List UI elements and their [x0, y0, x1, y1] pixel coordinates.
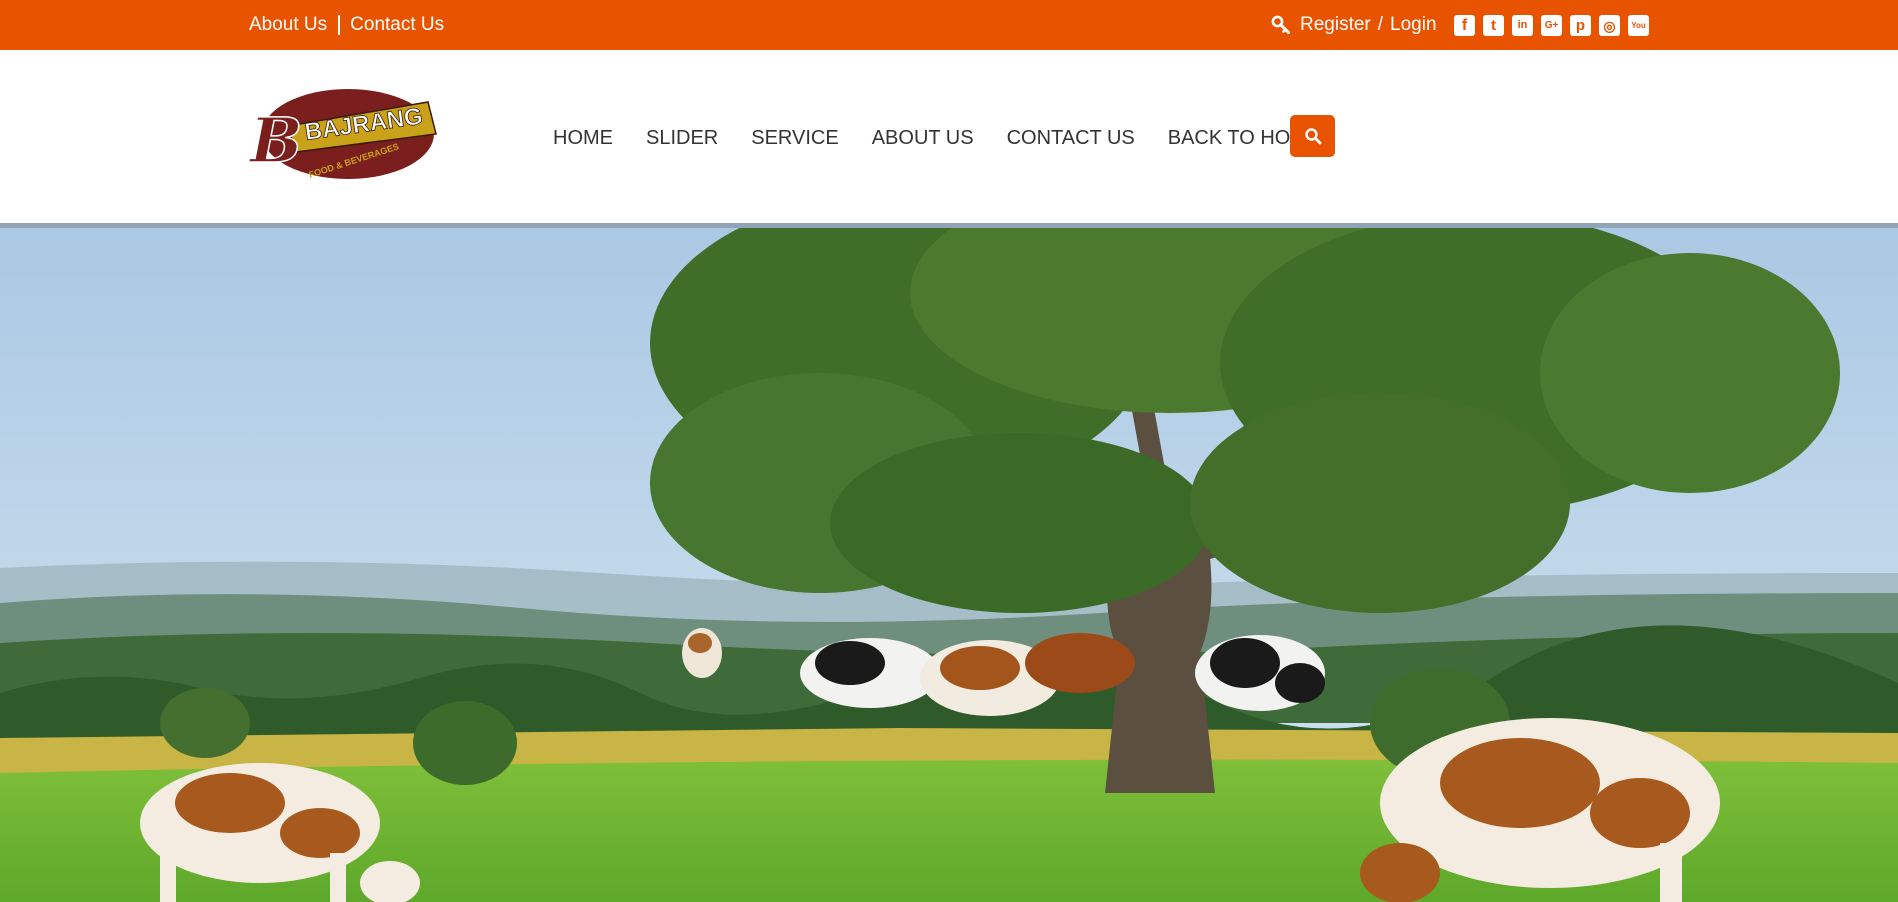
facebook-icon[interactable]: f [1454, 15, 1475, 36]
top-link-divider [338, 15, 341, 35]
pinterest-icon[interactable]: p [1570, 15, 1591, 36]
cow-small-center [682, 628, 722, 678]
twitter-icon[interactable]: t [1483, 15, 1504, 36]
register-link[interactable]: Register [1300, 14, 1371, 36]
search-button[interactable] [1290, 115, 1335, 157]
google-plus-icon[interactable]: G+ [1541, 15, 1562, 36]
nav-about-us[interactable]: ABOUT US [872, 127, 974, 150]
youtube-icon[interactable]: You [1628, 15, 1649, 36]
top-links: About Us Contact Us [249, 0, 444, 50]
linkedin-icon[interactable]: in [1512, 15, 1533, 36]
hero-image [0, 223, 1898, 902]
key-icon [1271, 15, 1291, 35]
hero-banner [0, 223, 1898, 902]
top-bar: About Us Contact Us Register / Login f t… [0, 0, 1898, 50]
bajrang-logo[interactable]: B BAJRANG FOOD & BEVERAGES [247, 82, 440, 190]
logo-initial: B [248, 104, 302, 177]
top-link-about-us[interactable]: About Us [249, 14, 327, 36]
social-icons: f t in G+ p ◎ You [1454, 15, 1649, 36]
account-separator: / [1377, 14, 1384, 35]
nav-contact-us[interactable]: CONTACT US [1007, 127, 1135, 150]
instagram-icon[interactable]: ◎ [1599, 15, 1620, 36]
top-link-contact-us[interactable]: Contact Us [350, 14, 444, 36]
hero-top-border [0, 223, 1898, 228]
account-links: Register / Login [1271, 0, 1437, 50]
search-icon [1304, 127, 1322, 145]
main-navigation: HOME SLIDER SERVICE ABOUT US CONTACT US … [553, 123, 1320, 153]
nav-slider[interactable]: SLIDER [646, 127, 718, 150]
login-link[interactable]: Login [1390, 14, 1437, 36]
nav-home[interactable]: HOME [553, 127, 613, 150]
nav-service[interactable]: SERVICE [751, 127, 838, 150]
